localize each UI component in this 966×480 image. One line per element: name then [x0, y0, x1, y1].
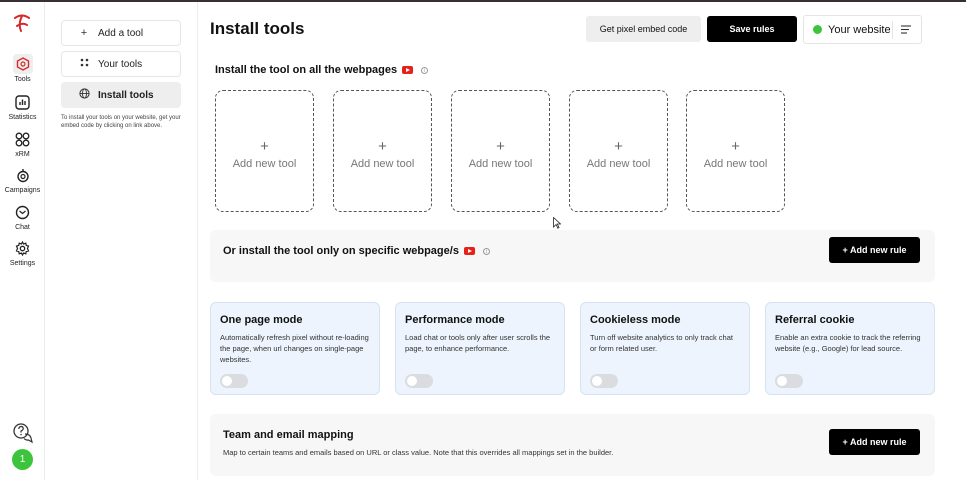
- rail-item-label: xRM: [15, 151, 30, 158]
- rail-item-label: Campaigns: [4, 187, 41, 194]
- add-tool-slot-3[interactable]: + Add new tool: [451, 90, 550, 212]
- plus-icon: +: [731, 138, 740, 155]
- selector-divider: [892, 21, 893, 39]
- plus-icon: +: [80, 27, 88, 39]
- subnav-item-label: Add a tool: [98, 27, 144, 39]
- bar-chart-icon: [13, 92, 33, 112]
- menu-lines-icon[interactable]: [901, 25, 911, 37]
- mode-title: Cookieless mode: [590, 314, 681, 326]
- mode-description: Automatically refresh pixel without re-l…: [220, 333, 369, 364]
- page-title: Install tools: [210, 19, 305, 38]
- save-rules-button[interactable]: Save rules: [707, 16, 797, 42]
- avatar[interactable]: 1: [12, 449, 33, 470]
- subnav-item-label: Install tools: [98, 89, 154, 101]
- chat-icon: [13, 202, 33, 222]
- campaign-icon: [13, 165, 33, 185]
- mode-title: Referral cookie: [775, 314, 855, 326]
- plus-icon: +: [496, 138, 505, 155]
- subnav-item-label: Your tools: [98, 58, 143, 70]
- mode-description: Load chat or tools only after user scrol…: [405, 333, 551, 353]
- rail-item-label: Statistics: [8, 114, 37, 121]
- rail-item-tools[interactable]: Tools: [0, 54, 45, 83]
- mouse-cursor-icon: [553, 217, 561, 229]
- mode-description: Enable an extra cookie to track the refe…: [775, 333, 921, 353]
- team-mapping-description: Map to certain teams and emails based on…: [223, 448, 614, 457]
- rail-item-settings[interactable]: Settings: [0, 238, 45, 267]
- subnav-item-add-tool[interactable]: + Add a tool: [61, 20, 181, 46]
- performance-mode-toggle[interactable]: [405, 374, 433, 388]
- hexagon-icon: [12, 54, 33, 74]
- rail-item-chat[interactable]: Chat: [0, 202, 45, 231]
- performance-mode-card: Performance mode Load chat or tools only…: [395, 302, 565, 395]
- info-icon[interactable]: i: [482, 247, 490, 255]
- gear-icon: [13, 238, 33, 258]
- rail-item-campaigns[interactable]: Campaigns: [0, 165, 45, 194]
- plus-icon: +: [614, 138, 623, 155]
- subnav-item-install-tools[interactable]: Install tools: [61, 82, 181, 108]
- specific-pages-section: Or install the tool only on specific web…: [210, 230, 935, 282]
- add-tool-slot-2[interactable]: + Add new tool: [333, 90, 432, 212]
- get-embed-code-button[interactable]: Get pixel embed code: [586, 16, 701, 42]
- grid-icon: [13, 129, 33, 149]
- dots-grid-icon: [78, 58, 90, 70]
- section-title-text: Install the tool on all the webpages: [215, 64, 398, 76]
- help-chat-icon[interactable]: [12, 422, 34, 444]
- app-logo-icon[interactable]: [11, 12, 33, 34]
- add-tool-label: Add new tool: [232, 158, 297, 170]
- install-all-section-title: Install the tool on all the webpages i: [215, 64, 429, 76]
- plus-icon: +: [260, 138, 269, 155]
- add-team-rule-button[interactable]: + Add new rule: [829, 429, 920, 455]
- website-selector[interactable]: Your website: [803, 15, 922, 44]
- subnav-item-your-tools[interactable]: Your tools: [61, 51, 181, 77]
- status-dot: [813, 25, 822, 34]
- icon-rail: Tools Statistics xRM Campaigns Chat Sett…: [0, 2, 45, 480]
- add-tool-label: Add new tool: [703, 158, 768, 170]
- globe-icon: [78, 88, 90, 102]
- website-label: Your website: [828, 23, 891, 36]
- rail-item-statistics[interactable]: Statistics: [0, 92, 45, 121]
- referral-cookie-toggle[interactable]: [775, 374, 803, 388]
- team-email-mapping-section: Team and email mapping Map to certain te…: [210, 414, 935, 476]
- info-icon[interactable]: i: [421, 66, 429, 74]
- team-mapping-title: Team and email mapping: [223, 429, 354, 441]
- rail-item-label: Tools: [14, 76, 31, 83]
- mode-title: One page mode: [220, 314, 303, 326]
- rail-item-xrm[interactable]: xRM: [0, 129, 45, 158]
- cookieless-mode-toggle[interactable]: [590, 374, 618, 388]
- add-tool-label: Add new tool: [350, 158, 415, 170]
- youtube-icon[interactable]: [463, 247, 475, 255]
- mode-title: Performance mode: [405, 314, 505, 326]
- add-tool-slot-4[interactable]: + Add new tool: [569, 90, 668, 212]
- rail-item-label: Chat: [15, 224, 30, 231]
- one-page-mode-card: One page mode Automatically refresh pixe…: [210, 302, 380, 395]
- referral-cookie-card: Referral cookie Enable an extra cookie t…: [765, 302, 935, 395]
- rail-item-label: Settings: [9, 260, 36, 267]
- tools-subnav: + Add a tool Your tools Install tools To…: [46, 2, 198, 480]
- add-tool-label: Add new tool: [586, 158, 651, 170]
- section-title-text: Or install the tool only on specific web…: [223, 245, 459, 257]
- specific-section-title: Or install the tool only on specific web…: [223, 245, 490, 257]
- add-tool-slot-1[interactable]: + Add new tool: [215, 90, 314, 212]
- youtube-icon[interactable]: [402, 66, 414, 74]
- add-new-rule-button[interactable]: + Add new rule: [829, 237, 920, 263]
- one-page-mode-toggle[interactable]: [220, 374, 248, 388]
- mode-description: Turn off website analytics to only track…: [590, 333, 733, 353]
- plus-icon: +: [378, 138, 387, 155]
- cookieless-mode-card: Cookieless mode Turn off website analyti…: [580, 302, 750, 395]
- install-hint-text: To install your tools on your website, g…: [61, 115, 181, 129]
- add-tool-label: Add new tool: [468, 158, 533, 170]
- add-tool-slot-5[interactable]: + Add new tool: [686, 90, 785, 212]
